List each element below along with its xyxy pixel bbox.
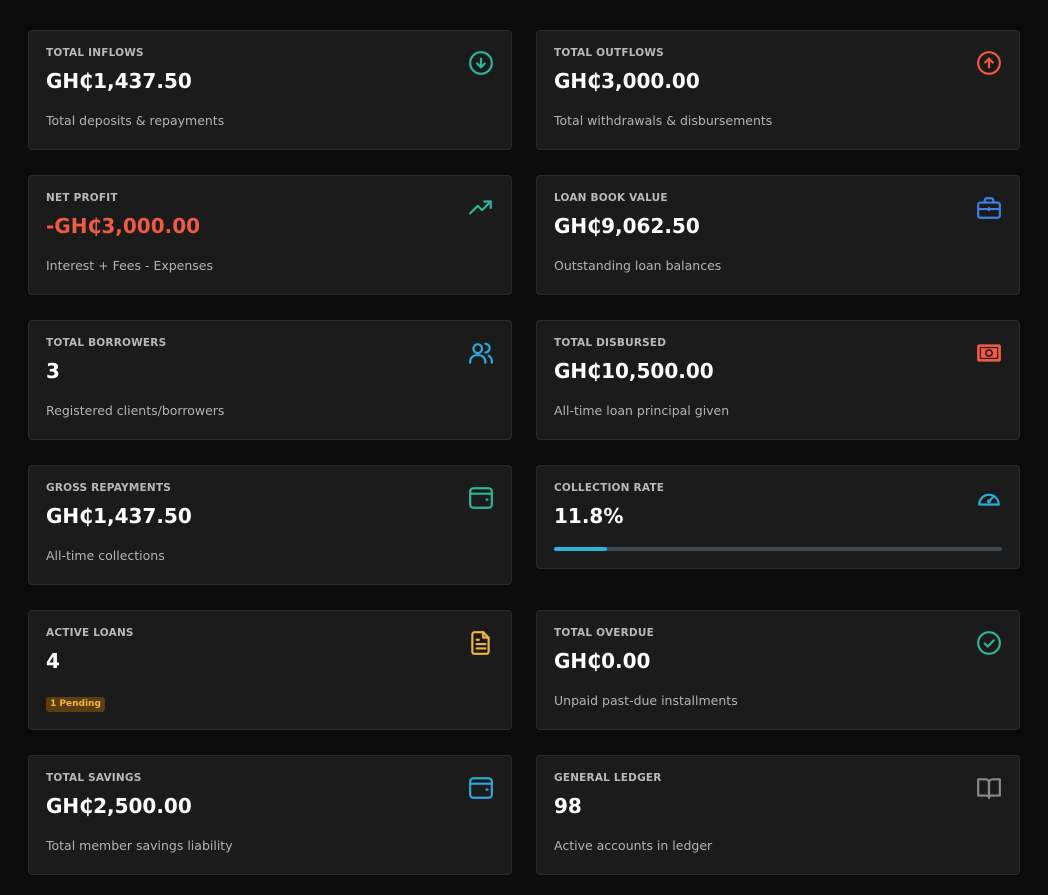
total-inflows-card: TOTAL INFLOWS GH₵1,437.50 Total deposits… [28,30,512,150]
card-value: 98 [554,794,582,818]
general-ledger-card: GENERAL LEDGER 98 Active accounts in led… [536,755,1020,875]
card-subtitle: Active accounts in ledger [554,838,713,853]
card-subtitle: All-time collections [46,548,165,563]
net-profit-card: NET PROFIT -GH₵3,000.00 Interest + Fees … [28,175,512,295]
card-label: TOTAL OVERDUE [554,627,654,639]
card-subtitle: Interest + Fees - Expenses [46,258,214,273]
card-subtitle: Registered clients/borrowers [46,403,225,418]
card-value: GH₵1,437.50 [46,69,192,93]
total-savings-card: TOTAL SAVINGS GH₵2,500.00 Total member s… [28,755,512,875]
card-subtitle: All-time loan principal given [554,403,730,418]
card-label: LOAN BOOK VALUE [554,192,668,204]
card-label: TOTAL BORROWERS [46,337,167,349]
card-subtitle: Outstanding loan balances [554,258,722,273]
card-label: COLLECTION RATE [554,482,665,494]
gauge-icon [976,485,1002,511]
card-label: ACTIVE LOANS [46,627,134,639]
card-subtitle: Unpaid past-due installments [554,693,738,708]
briefcase-icon [976,195,1002,221]
wallet-icon [468,485,494,511]
card-value: 4 [46,649,60,673]
collection-rate-progress-fill [554,547,607,551]
active-loans-card: ACTIVE LOANS 4 1 Pending [28,610,512,730]
card-label: NET PROFIT [46,192,118,204]
card-value: GH₵1,437.50 [46,504,192,528]
card-value: GH₵0.00 [554,649,651,673]
users-icon [468,340,494,366]
card-subtitle: Total withdrawals & disbursements [554,113,773,128]
check-circle-icon [976,630,1002,656]
total-outflows-card: TOTAL OUTFLOWS GH₵3,000.00 Total withdra… [536,30,1020,150]
card-label: GROSS REPAYMENTS [46,482,171,494]
card-value: GH₵2,500.00 [46,794,192,818]
document-icon [468,630,494,656]
card-value: GH₵10,500.00 [554,359,714,383]
book-open-icon [976,775,1002,801]
card-label: GENERAL LEDGER [554,772,662,784]
card-value: 3 [46,359,60,383]
card-label: TOTAL INFLOWS [46,47,144,59]
collection-rate-progress-bar [554,547,1002,551]
arrow-down-circle-icon [468,50,494,76]
card-subtitle: Total member savings liability [46,838,233,853]
card-subtitle: Total deposits & repayments [46,113,225,128]
loan-book-value-card: LOAN BOOK VALUE GH₵9,062.50 Outstanding … [536,175,1020,295]
pending-badge: 1 Pending [46,697,105,712]
total-overdue-card: TOTAL OVERDUE GH₵0.00 Unpaid past-due in… [536,610,1020,730]
total-borrowers-card: TOTAL BORROWERS 3 Registered clients/bor… [28,320,512,440]
dashboard-stats-grid: TOTAL INFLOWS GH₵1,437.50 Total deposits… [28,30,1020,875]
total-disbursed-card: TOTAL DISBURSED GH₵10,500.00 All-time lo… [536,320,1020,440]
collection-rate-card: COLLECTION RATE 11.8% [536,465,1020,569]
banknote-icon [976,340,1002,366]
card-value: 11.8% [554,504,624,528]
card-value: GH₵9,062.50 [554,214,700,238]
card-value: GH₵3,000.00 [554,69,700,93]
gross-repayments-card: GROSS REPAYMENTS GH₵1,437.50 All-time co… [28,465,512,585]
card-label: TOTAL DISBURSED [554,337,667,349]
card-label: TOTAL SAVINGS [46,772,142,784]
trending-up-icon [468,195,494,221]
card-label: TOTAL OUTFLOWS [554,47,664,59]
wallet-icon [468,775,494,801]
arrow-up-circle-icon [976,50,1002,76]
card-value: -GH₵3,000.00 [46,214,201,238]
